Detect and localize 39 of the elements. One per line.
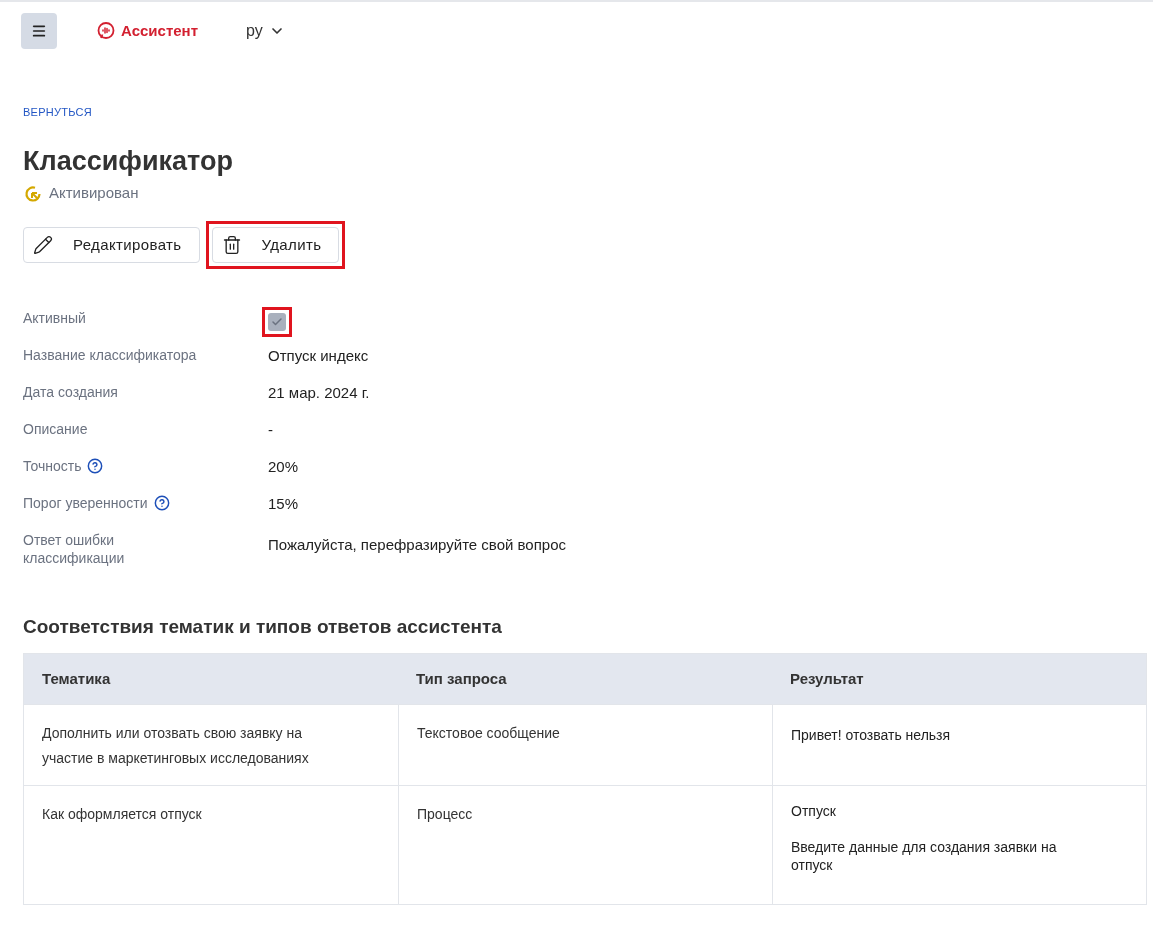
page-title: Классификатор [23,144,234,178]
trash-icon [221,234,242,255]
help-icon[interactable] [153,494,170,511]
field-label: Название классификатора [23,345,197,364]
column-header: Тематика [41,669,112,689]
chat-bubble-icon [97,22,115,40]
table-cell-text: Как оформляется отпуск [42,805,203,825]
table-cell-text: Отпуск [791,802,837,821]
column-header: Результат [789,669,865,689]
delete-button[interactable]: Удалить [211,226,340,263]
pencil-icon [33,234,53,255]
back-link[interactable]: ВЕРНУТЬСЯ [23,104,92,121]
edit-button[interactable]: Редактировать [23,226,200,263]
field-value: Пожалуйста, перефразируйте свой вопрос [268,534,566,555]
status-icon [23,183,43,204]
table-cell-text: Процесс [417,805,474,825]
field-label: Ответ ошибки классификации [23,530,126,567]
field-label: Порог уверенности [23,493,148,512]
field-value: 15% [268,494,299,514]
menu-button[interactable] [21,13,57,49]
field-label: Активный [23,308,86,327]
brand-name: Ассистент [121,20,198,41]
field-value: 20% [268,457,299,477]
column-header: Тип запроса [415,669,508,689]
table-cell-text: Введите данные для создания заявки на отпуск [791,838,1058,875]
status-label: Активирован [49,183,139,204]
field-label: Описание [23,419,88,438]
table-cell-text: Дополнить или отозвать свою заявку на участие в маркетинговых исследованиях [42,724,310,769]
field-value: - [268,420,273,440]
table-cell-text: Привет! отозвать нельзя [791,726,952,745]
field-value: 21 мар. 2024 г. [268,383,370,403]
language-select[interactable]: ру [246,19,285,43]
help-icon[interactable] [87,457,104,474]
section-title: Соответствия тематик и типов ответов ассистента [23,614,503,639]
field-label: Точность [23,456,82,475]
field-label: Дата создания [23,382,118,401]
menu-icon [31,23,47,39]
table-cell-text: Текстовое сообщение [417,724,561,744]
field-value: Отпуск индекс [268,346,369,366]
